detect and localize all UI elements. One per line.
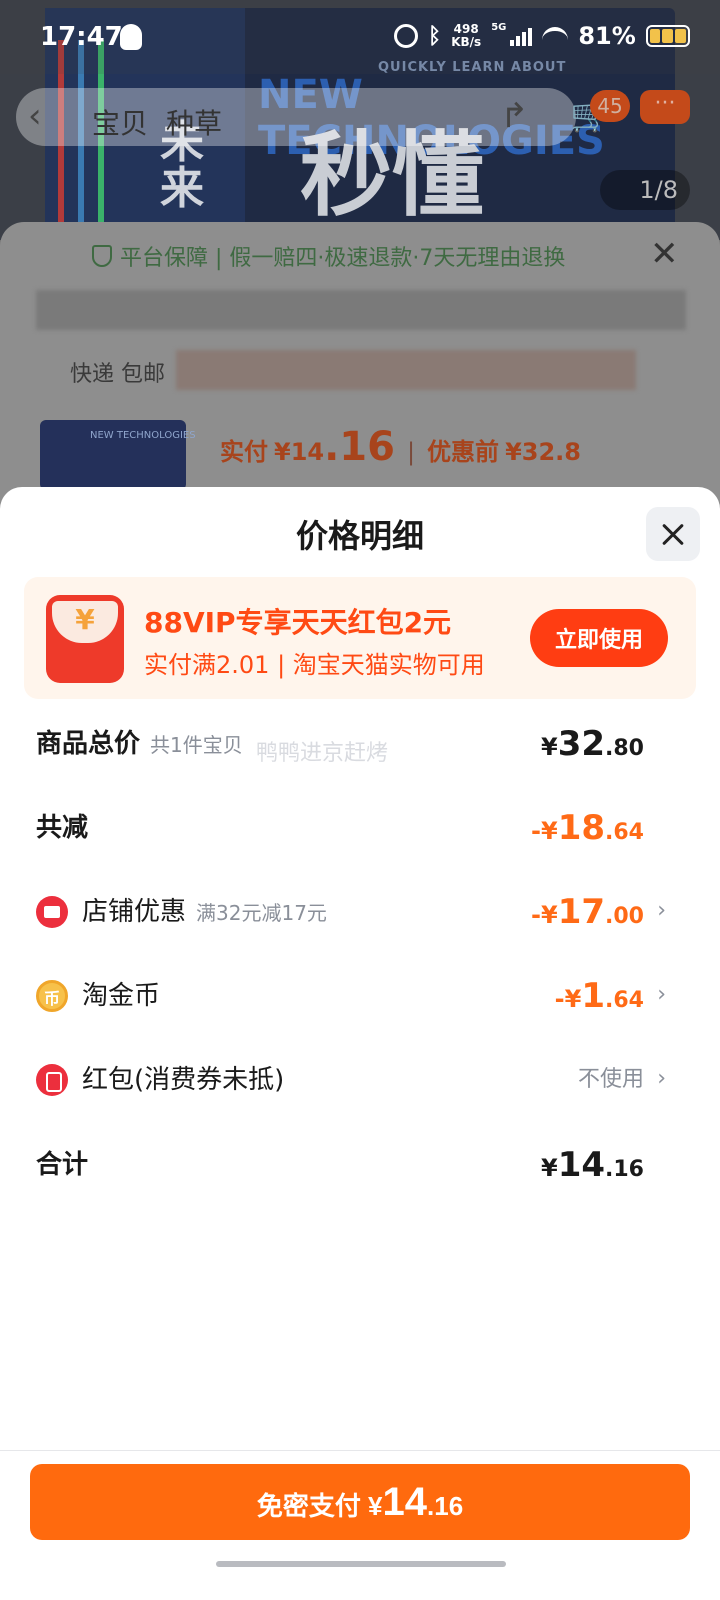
order-close-icon[interactable]: ✕ bbox=[650, 234, 679, 274]
chevron-right-icon: › bbox=[657, 982, 666, 1007]
row-item-total: 商品总价 共1件宝贝 ¥32.80 bbox=[0, 714, 720, 774]
currency: -¥ bbox=[554, 985, 582, 1013]
value-dec: .80 bbox=[605, 736, 644, 761]
shop-discount-value: -¥17.00 bbox=[531, 882, 644, 947]
red-packet-label: 红包(消费券未抵) bbox=[82, 1065, 285, 1095]
coin-icon: 币 bbox=[36, 980, 68, 1012]
vip-banner-title: 88VIP专享天天红包2元 bbox=[144, 606, 452, 639]
use-now-button[interactable]: 立即使用 bbox=[530, 609, 668, 667]
order-price-summary: 实付 ¥14.16 | 优惠前 ¥32.8 bbox=[220, 424, 581, 470]
network-speed-value: 498 bbox=[453, 22, 479, 36]
row-total-reduction: 共减 -¥18.64 bbox=[0, 798, 720, 858]
status-icons: ᛒ 498 KB/s 5G 81% bbox=[394, 22, 690, 50]
nav-tab-seed[interactable]: 种草 bbox=[166, 102, 222, 142]
blurred-address bbox=[36, 290, 686, 330]
currency: -¥ bbox=[531, 901, 558, 929]
image-counter: 1/8 bbox=[600, 170, 690, 210]
back-arrow-icon[interactable]: ‹ bbox=[28, 96, 42, 136]
wifi-icon bbox=[542, 27, 569, 45]
shop-icon bbox=[36, 896, 68, 928]
close-icon[interactable] bbox=[646, 507, 700, 561]
signal-icon bbox=[510, 26, 533, 46]
total-reduction-value: -¥18.64 bbox=[531, 798, 644, 863]
shield-icon bbox=[92, 245, 112, 267]
sheet-title: 价格明细 bbox=[295, 517, 424, 555]
order-thumbnail-text: NEW TECHNOLOGIES bbox=[90, 430, 196, 441]
value-int: 17 bbox=[557, 892, 606, 932]
value-dec: .64 bbox=[605, 820, 644, 845]
chevron-right-icon: › bbox=[657, 1066, 666, 1091]
row-label: 店铺优惠 满32元减17元 bbox=[82, 882, 327, 943]
row-shop-discount[interactable]: 店铺优惠 满32元减17元 -¥17.00 › bbox=[0, 882, 720, 942]
nav-tab-item[interactable]: 宝贝 bbox=[92, 102, 148, 142]
taojinbi-value: -¥1.64 bbox=[555, 966, 644, 1031]
value-int: 14 bbox=[557, 1145, 606, 1185]
order-before-value: ¥32.8 bbox=[505, 438, 581, 466]
vip-redpacket-banner: ¥ 88VIP专享天天红包2元 实付满2.01 | 淘宝天猫实物可用 立即使用 bbox=[24, 577, 696, 699]
battery-percent: 81% bbox=[578, 22, 636, 50]
guarantee-text: 平台保障 | 假一赔四·极速退款·7天无理由退换 bbox=[120, 246, 566, 271]
red-packet-icon: ¥ bbox=[46, 595, 124, 683]
yen-symbol: ¥ bbox=[75, 603, 95, 636]
row-red-packet[interactable]: 红包(消费券未抵) 不使用 › bbox=[0, 1050, 720, 1110]
order-price-label: 实付 bbox=[220, 438, 268, 466]
coin-icon-glyph: 币 bbox=[43, 989, 60, 1008]
network-speed: 498 KB/s bbox=[451, 23, 481, 49]
row-label: 商品总价 共1件宝贝 bbox=[36, 714, 243, 775]
red-packet-icon bbox=[36, 1064, 68, 1096]
home-indicator[interactable] bbox=[216, 1561, 506, 1567]
status-bar: 17:47 ᛒ 498 KB/s 5G 81% bbox=[0, 0, 720, 74]
battery-icon bbox=[645, 25, 690, 47]
share-icon[interactable]: ↱ bbox=[500, 96, 529, 136]
order-before-label: 优惠前 bbox=[427, 438, 500, 466]
value-dec: .00 bbox=[605, 904, 644, 929]
order-price-int: ¥14 bbox=[274, 438, 325, 466]
pay-amount-int: 14 bbox=[382, 1480, 428, 1524]
bluetooth-icon: ᛒ bbox=[428, 23, 442, 49]
item-count-hint: 共1件宝贝 bbox=[150, 733, 243, 757]
taojinbi-label: 淘金币 bbox=[82, 981, 161, 1011]
currency: ¥ bbox=[540, 1154, 558, 1182]
shop-discount-hint: 满32元减17元 bbox=[196, 901, 327, 925]
network-speed-unit: KB/s bbox=[451, 35, 482, 49]
item-total-label: 商品总价 bbox=[36, 729, 141, 759]
row-taojinbi[interactable]: 币 淘金币 -¥1.64 › bbox=[0, 966, 720, 1026]
alarm-icon bbox=[394, 24, 418, 48]
value-int: 32 bbox=[557, 724, 606, 764]
red-packet-value: 不使用 bbox=[577, 1067, 644, 1092]
item-total-value: ¥32.80 bbox=[541, 714, 644, 779]
sum-value: ¥14.16 bbox=[541, 1135, 644, 1200]
shipping-text: 快递 包邮 bbox=[70, 362, 165, 387]
value-int: 1 bbox=[581, 976, 606, 1016]
pay-button-label: 免密支付 ¥ bbox=[256, 1491, 383, 1521]
network-type: 5G bbox=[491, 22, 507, 33]
divider bbox=[0, 1450, 720, 1451]
chevron-right-icon: › bbox=[657, 898, 666, 923]
value-dec: .64 bbox=[605, 988, 644, 1013]
total-reduction-label: 共减 bbox=[36, 813, 89, 843]
pay-amount-dec: .16 bbox=[427, 1491, 464, 1521]
sum-label: 合计 bbox=[36, 1150, 89, 1180]
currency: -¥ bbox=[531, 817, 558, 845]
separator: | bbox=[406, 438, 416, 466]
currency: ¥ bbox=[540, 733, 558, 761]
shop-discount-label: 店铺优惠 bbox=[82, 897, 187, 927]
platform-guarantee[interactable]: 平台保障 | 假一赔四·极速退款·7天无理由退换 bbox=[92, 240, 565, 272]
vip-banner-subtitle: 实付满2.01 | 淘宝天猫实物可用 bbox=[144, 651, 485, 679]
value-dec: .16 bbox=[605, 1157, 644, 1182]
price-detail-sheet: 价格明细 ¥ 88VIP专享天天红包2元 实付满2.01 | 淘宝天猫实物可用 … bbox=[0, 487, 720, 1600]
more-icon[interactable]: ··· bbox=[640, 90, 690, 124]
value-int: 18 bbox=[557, 808, 606, 848]
order-price-dec: .16 bbox=[324, 424, 395, 470]
cart-count-badge: 45 bbox=[590, 90, 630, 122]
password-free-pay-button[interactable]: 免密支付 ¥14.16 bbox=[30, 1464, 690, 1540]
qq-notification-icon bbox=[120, 24, 142, 50]
blurred-shipping bbox=[176, 350, 636, 390]
status-time: 17:47 bbox=[40, 22, 123, 52]
row-sum: 合计 ¥14.16 bbox=[0, 1135, 720, 1195]
